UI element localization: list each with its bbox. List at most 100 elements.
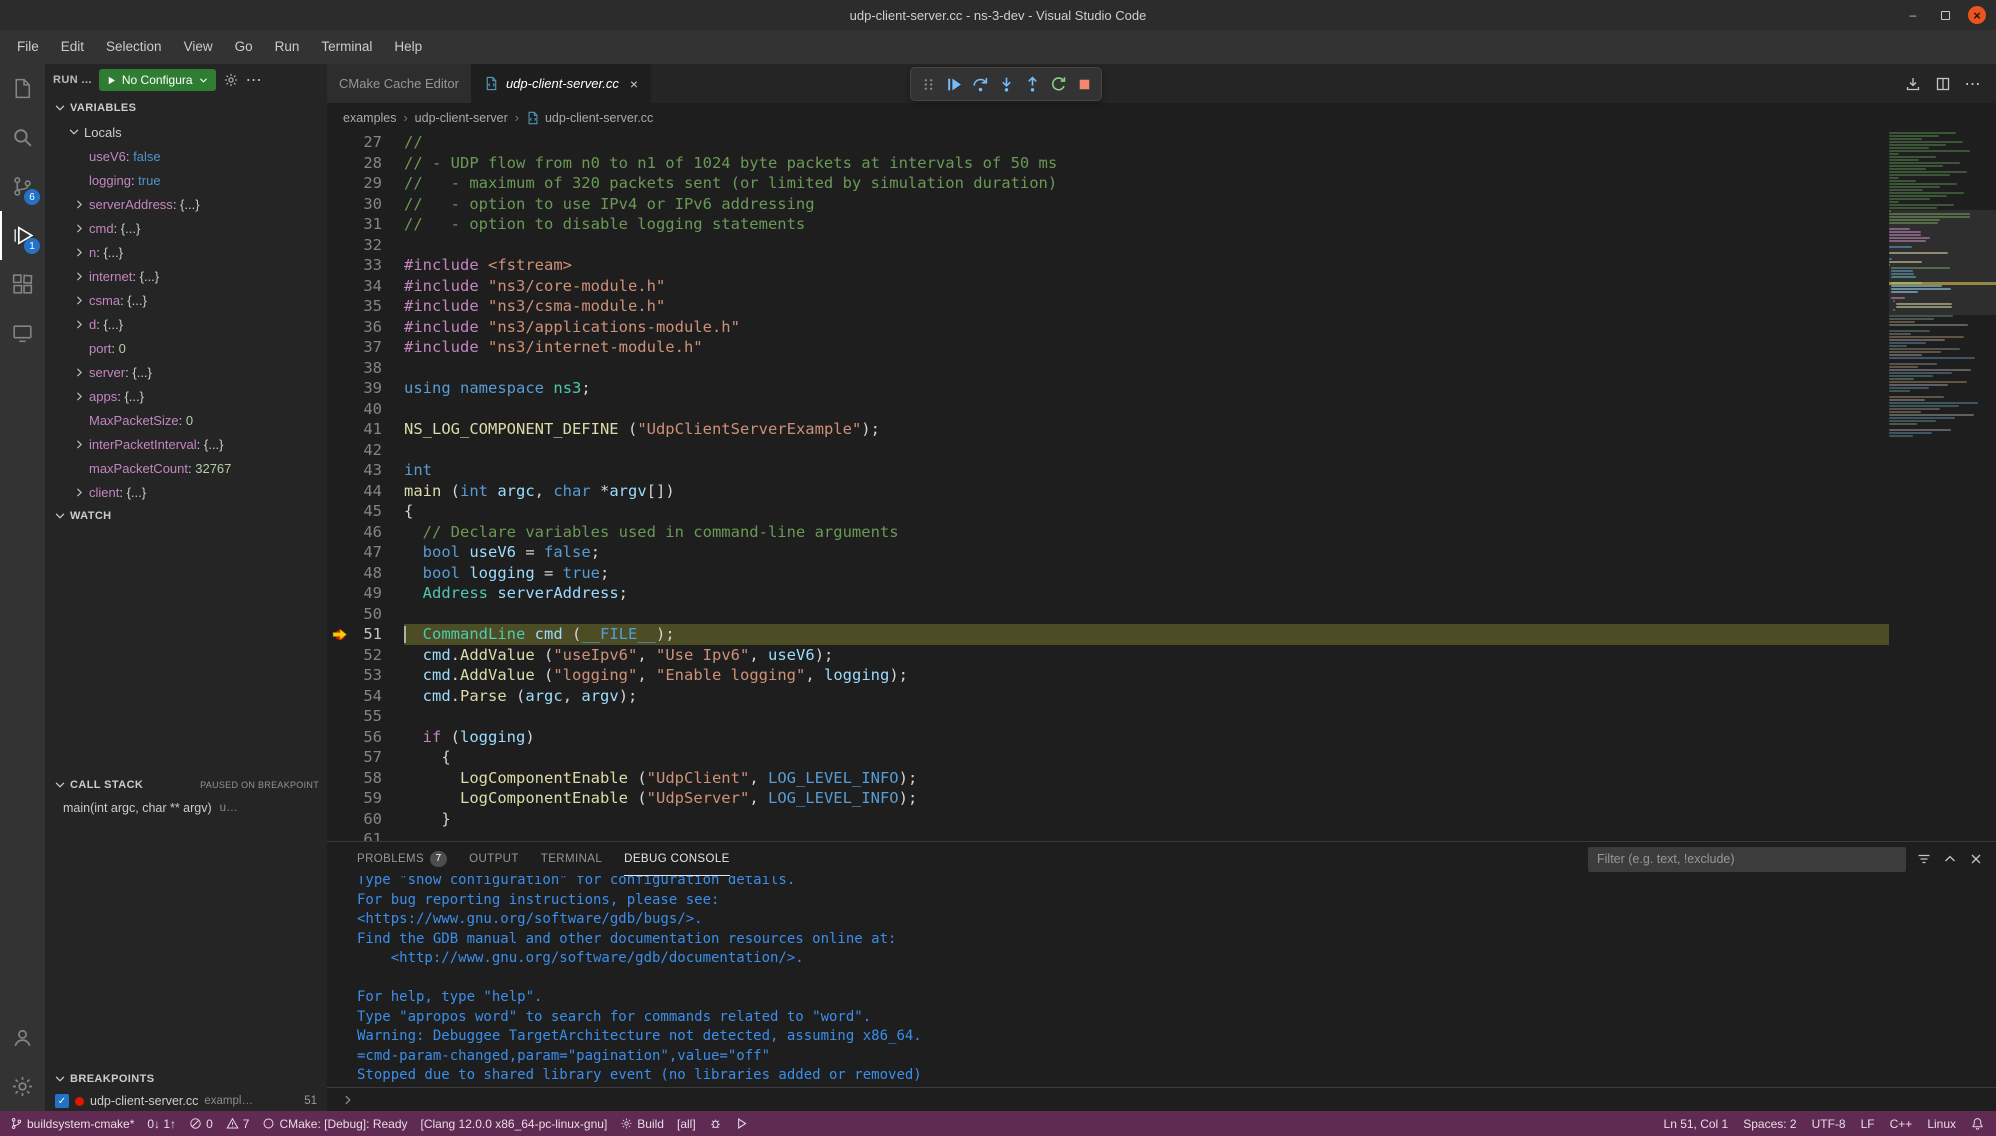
breadcrumb-item[interactable]: udp-client-server [415,111,508,125]
debug-console-output[interactable]: Type "show configuration" for configurat… [327,876,1996,1087]
menu-file[interactable]: File [6,35,50,59]
debug-console-repl[interactable] [327,1087,1996,1111]
minimap-line [1889,168,1926,170]
activity-account[interactable] [0,1013,45,1062]
step-over-button[interactable] [968,71,992,97]
variable-row-useV6[interactable]: useV6: false [45,144,327,168]
menu-edit[interactable]: Edit [50,35,95,59]
stop-button[interactable] [1072,71,1096,97]
line-number-37: 37 [327,337,404,358]
split-editor-icon[interactable] [1930,71,1956,97]
minimize-button[interactable]: – [1904,6,1922,24]
minimap-line [1889,138,1922,140]
status-language-mode[interactable]: C++ [1890,1117,1913,1131]
panel-tab-terminal[interactable]: TERMINAL [541,842,602,876]
close-tab-icon[interactable]: × [630,76,638,92]
more-actions-icon[interactable]: ⋯ [1960,71,1986,97]
close-button[interactable]: × [1968,6,1986,24]
editor[interactable]: 2728293031323334353637383940414243444546… [327,132,1996,841]
variable-row-MaxPacketSize[interactable]: MaxPacketSize: 0 [45,408,327,432]
breadcrumb-item[interactable]: examples [343,111,397,125]
call-stack-section-header[interactable]: CALL STACK PAUSED ON BREAKPOINT [45,773,327,797]
minimap[interactable] [1889,132,1996,841]
activity-settings[interactable] [0,1062,45,1111]
activity-extensions[interactable] [0,260,45,309]
code-line-27: // [404,132,1889,153]
panel-tab-problems[interactable]: PROBLEMS7 [357,842,447,876]
variable-row-server[interactable]: server: {...} [45,360,327,384]
code-line-52: cmd.AddValue ("useIpv6", "Use Ipv6", use… [404,645,1889,666]
panel-header: PROBLEMS7 OUTPUT TERMINAL DEBUG CONSOLE [327,842,1996,876]
status-notifications[interactable] [1971,1117,1984,1130]
variables-section-header[interactable]: VARIABLES [45,96,327,120]
variable-row-d[interactable]: d: {...} [45,312,327,336]
status-cmake-status[interactable]: CMake: [Debug]: Ready [262,1117,407,1131]
variable-row-logging[interactable]: logging: true [45,168,327,192]
status-errors[interactable]: 0 [189,1117,213,1131]
debug-toolbar-grip[interactable] [916,71,940,97]
more-actions-icon[interactable]: ⋯ [246,70,263,90]
status-indentation[interactable]: Spaces: 2 [1743,1117,1796,1131]
status-cmake-launch[interactable] [735,1117,748,1130]
variable-row-maxPacketCount[interactable]: maxPacketCount: 32767 [45,456,327,480]
panel-tab-label: PROBLEMS [357,853,424,865]
launch-configuration-dropdown[interactable]: No Configura [99,69,216,91]
status-cursor-position[interactable]: Ln 51, Col 1 [1664,1117,1729,1131]
editor-gutter[interactable]: 2728293031323334353637383940414243444546… [327,132,404,841]
activity-explorer[interactable] [0,64,45,113]
breakpoint-row[interactable]: ✓ udp-client-server.cc exampl… 51 [45,1091,327,1111]
maximize-panel-icon[interactable] [1942,851,1958,867]
status-git-branch[interactable]: buildsystem-cmake* [10,1117,134,1131]
menu-help[interactable]: Help [383,35,433,59]
tab-udp-client-server-cc[interactable]: udp-client-server.cc× [472,64,651,103]
watch-section-header[interactable]: WATCH [45,504,327,528]
console-filter-input[interactable] [1588,847,1906,872]
menu-view[interactable]: View [173,35,224,59]
call-stack-frame[interactable]: main(int argc, char ** argv) u… [45,797,327,819]
variable-row-csma[interactable]: csma: {...} [45,288,327,312]
activity-search[interactable] [0,113,45,162]
status-cmake-kit[interactable]: [Clang 12.0.0 x86_64-pc-linux-gnu] [421,1117,608,1131]
scope-locals[interactable]: Locals [45,120,327,144]
panel-tab-output[interactable]: OUTPUT [469,842,519,876]
status-eol[interactable]: LF [1861,1117,1875,1131]
step-out-button[interactable] [1020,71,1044,97]
activity-remote-explorer[interactable] [0,309,45,358]
panel-tab-debug-console[interactable]: DEBUG CONSOLE [624,842,730,876]
variable-row-serverAddress[interactable]: serverAddress: {...} [45,192,327,216]
status-warnings[interactable]: 7 [226,1117,250,1131]
activity-run-and-debug[interactable]: 1 [0,211,45,260]
code-area[interactable]: //// - UDP flow from n0 to n1 of 1024 by… [404,132,1889,841]
tab-cmake-cache-editor[interactable]: CMake Cache Editor [327,64,472,103]
step-into-button[interactable] [994,71,1018,97]
variable-row-n[interactable]: n: {...} [45,240,327,264]
variable-row-port[interactable]: port: 0 [45,336,327,360]
continue-button[interactable] [942,71,966,97]
status-cpp-configuration[interactable]: Linux [1927,1117,1956,1131]
download-icon[interactable] [1900,71,1926,97]
close-panel-icon[interactable] [1968,851,1984,867]
breadcrumb-item[interactable]: udp-client-server.cc [526,111,653,125]
variable-row-internet[interactable]: internet: {...} [45,264,327,288]
status-cmake-target[interactable]: [all] [677,1117,696,1131]
status-cmake-debug[interactable] [709,1117,722,1130]
menu-go[interactable]: Go [224,35,264,59]
status-encoding[interactable]: UTF-8 [1812,1117,1846,1131]
menu-terminal[interactable]: Terminal [310,35,383,59]
menu-run[interactable]: Run [264,35,311,59]
restart-button[interactable] [1046,71,1070,97]
menu-selection[interactable]: Selection [95,35,173,59]
variable-row-interPacketInterval[interactable]: interPacketInterval: {...} [45,432,327,456]
breakpoints-section-header[interactable]: BREAKPOINTS [45,1067,327,1091]
variable-row-client[interactable]: client: {...} [45,480,327,504]
gear-icon[interactable] [223,72,239,88]
minimap-slider[interactable] [1889,210,1996,315]
filter-options-icon[interactable] [1916,851,1932,867]
activity-source-control[interactable]: 6 [0,162,45,211]
maximize-button[interactable] [1936,6,1954,24]
variable-row-cmd[interactable]: cmd: {...} [45,216,327,240]
variable-row-apps[interactable]: apps: {...} [45,384,327,408]
breakpoint-checkbox[interactable]: ✓ [55,1094,69,1108]
status-sync-changes[interactable]: 0↓ 1↑ [147,1117,176,1131]
status-cmake-build[interactable]: Build [620,1117,664,1131]
